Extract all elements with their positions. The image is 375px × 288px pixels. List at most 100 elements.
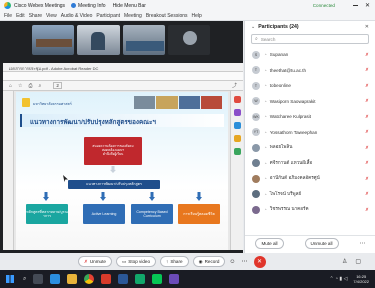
participant-row[interactable]: ◔ ไพโรจน์ บรีพูลย์ ✗ [245, 187, 375, 203]
participant-row[interactable]: W ◔ Wasiporn Saowaprakit ✗ [245, 94, 375, 110]
menu-view[interactable]: View [46, 13, 57, 19]
participants-title: Participants (24) [258, 24, 299, 30]
mic-muted-icon[interactable]: ✗ [365, 207, 369, 213]
menu-help[interactable]: Help [192, 13, 202, 19]
record-button[interactable]: ◉ Record [192, 256, 226, 267]
participant-row[interactable]: YT ◔ Yossathorn Taweephan ✗ [245, 125, 375, 141]
participant-name: ศจีรกานต์ แหวนผีเสื้อ [269, 159, 313, 165]
mute-all-button[interactable]: Mute all [255, 237, 284, 249]
participant-row[interactable]: T ◔ tobeonline ✗ [245, 78, 375, 94]
zoom-value[interactable]: 2 [53, 82, 62, 89]
participant-name: Watcharee Kulprasit [269, 114, 311, 120]
participant-row[interactable]: ◔ วิชรพรรณ นาคอร์ค ✗ [245, 202, 375, 218]
share-icon[interactable]: ⤴ [232, 82, 237, 89]
participant-name: อานีกันต์ อภิมงคลอัครศูน์ [269, 175, 320, 181]
participant-row[interactable]: ◔ ศจีรกานต์ แหวนผีเสื้อ ✗ [245, 156, 375, 172]
participant-row[interactable]: WK ◔ Watcharee Kulprasit ✗ [245, 109, 375, 125]
arrow-down-icon [196, 192, 202, 201]
participants-toggle-icon[interactable]: ♙ [342, 258, 347, 265]
mic-muted-icon[interactable]: ✗ [365, 191, 369, 197]
slide-heading: แนวทางการพัฒนา/ปรับปรุงหลักสูตรของคณะฯ [30, 119, 156, 126]
print-icon[interactable]: ⎙ [29, 83, 33, 89]
menu-edit[interactable]: Edit [16, 13, 25, 19]
meeting-controls: ✗ Unmute ▭ Stop video ↑ Share ◉ Record ☺ ⋯ ✕… [0, 253, 375, 270]
participant-row[interactable]: ◔ พลอยไพลิน ✗ [245, 140, 375, 156]
acrobat-icon[interactable] [101, 274, 112, 284]
share-button[interactable]: ↑ Share [160, 256, 189, 267]
more-options-icon[interactable]: ⋯ [242, 258, 248, 265]
word-icon[interactable] [118, 274, 129, 284]
minimize-icon[interactable] [352, 5, 358, 6]
video-thumbnail[interactable] [77, 25, 120, 55]
mic-icon: ◔ [264, 160, 267, 166]
mic-icon: ◔ [264, 114, 267, 120]
search-icon: ⌕ [255, 36, 258, 42]
close-icon[interactable]: ✕ [365, 2, 370, 9]
mic-icon: ◔ [264, 83, 267, 89]
search-icon[interactable]: ⌕ [39, 83, 42, 89]
collapse-chevron-icon[interactable]: ⌄ [251, 24, 255, 30]
home-icon[interactable]: ⌂ [9, 83, 12, 89]
meeting-info-link[interactable]: Meeting Info [78, 3, 106, 9]
mic-muted-icon[interactable]: ✗ [365, 160, 369, 166]
menu-meeting[interactable]: Meeting [124, 13, 142, 19]
line-icon[interactable] [152, 274, 163, 284]
more-options-icon[interactable]: ⋯ [359, 240, 365, 247]
mic-muted-icon[interactable]: ✗ [365, 129, 369, 135]
menu-audio-video[interactable]: Audio & Video [61, 13, 93, 19]
video-thumbnail[interactable] [167, 25, 210, 55]
mic-muted-icon[interactable]: ✗ [365, 67, 369, 73]
mic-icon: ◔ [264, 129, 267, 135]
task-view-icon[interactable] [33, 274, 44, 284]
windows-start-icon[interactable] [6, 275, 14, 283]
participant-name: ไพโรจน์ บรีพูลย์ [269, 190, 302, 196]
unmute-button[interactable]: ✗ Unmute [78, 256, 112, 267]
video-thumbnail[interactable] [122, 25, 165, 55]
participant-row[interactable]: ◔ อานีกันต์ อภิมงคลอัครศูน์ ✗ [245, 171, 375, 187]
info-icon[interactable] [71, 3, 77, 8]
mic-icon: ◔ [264, 145, 267, 151]
mic-icon: ◔ [264, 52, 267, 58]
mic-muted-icon[interactable]: ✗ [365, 176, 369, 182]
hide-menu-link[interactable]: Hide Menu Bar [113, 3, 146, 9]
mic-muted-icon[interactable]: ✗ [365, 114, 369, 120]
end-meeting-button[interactable]: ✕ [253, 255, 266, 268]
webex-icon[interactable] [135, 274, 146, 284]
pdf-window-titlebar: เอกสารการประชุม.pdf - Adobe Acrobat Read… [3, 63, 243, 72]
folder-icon[interactable] [67, 274, 78, 284]
mic-muted-icon[interactable]: ✗ [365, 98, 369, 104]
unmute-all-button[interactable]: Unmute all [304, 237, 339, 249]
menu-share[interactable]: Share [29, 13, 42, 19]
system-tray: ⌃ ◔ ▮ ◁ [329, 276, 348, 282]
mic-muted-icon[interactable]: ✗ [365, 145, 369, 151]
mic-muted-icon[interactable]: ✗ [365, 52, 369, 58]
chat-icon[interactable]: ▢ [355, 258, 361, 265]
chrome-icon[interactable] [84, 274, 95, 284]
participant-list: S ◔ Supanan ✗ T ◔ theethat@tu.ac.th ✗ T ◔ tobeon… [245, 47, 375, 218]
video-thumbnail[interactable] [32, 25, 75, 55]
menu-breakout[interactable]: Breakout Sessions [146, 13, 188, 19]
mic-icon: ◔ [264, 67, 267, 73]
mic-muted-icon[interactable]: ✗ [365, 83, 369, 89]
mic-icon: ◔ [264, 176, 267, 182]
reactions-icon[interactable]: ☺ [229, 259, 235, 265]
search-input[interactable]: Search [261, 37, 276, 42]
participant-row[interactable]: S ◔ Supanan ✗ [245, 47, 375, 63]
avatar [252, 190, 260, 199]
app-icon[interactable] [169, 274, 180, 284]
participant-row[interactable]: T ◔ theethat@tu.ac.th ✗ [245, 63, 375, 79]
pdf-left-rail [3, 91, 14, 250]
star-icon[interactable]: ☆ [18, 83, 22, 89]
slide-bottom-box: การเรียนรู้ตลอดชีวิต [178, 204, 220, 224]
close-panel-icon[interactable]: ✕ [365, 24, 369, 30]
menu-bar: File Edit Share View Audio & Video Parti… [0, 11, 375, 21]
stop-video-button[interactable]: ▭ Stop video [115, 256, 157, 267]
arrow-down-icon [43, 192, 49, 201]
menu-participant[interactable]: Participant [96, 13, 120, 19]
clock-date: 7/4/2022 [353, 279, 369, 284]
participant-search[interactable]: ⌕ Search [251, 34, 369, 44]
search-icon[interactable]: ⌕ [23, 276, 26, 283]
edge-icon[interactable] [50, 274, 61, 284]
menu-file[interactable]: File [4, 13, 12, 19]
title-bar: Cisco Webex Meetings Meeting Info Hide M… [0, 0, 375, 11]
